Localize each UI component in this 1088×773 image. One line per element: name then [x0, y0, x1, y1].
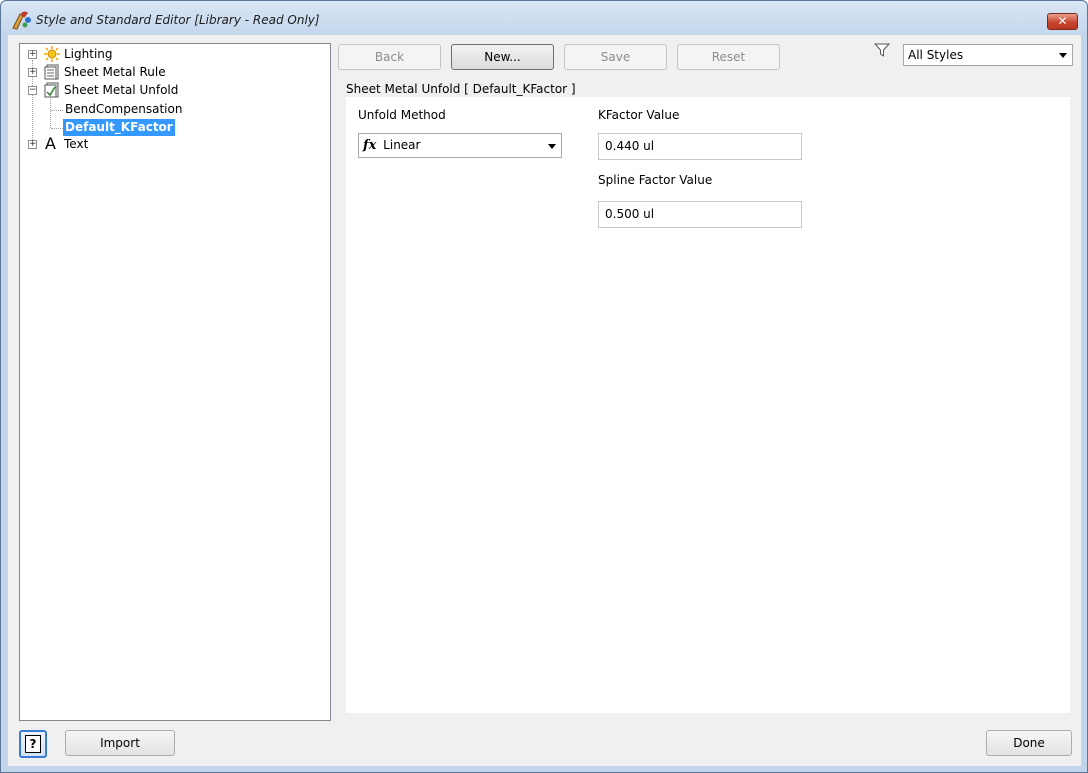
sheet-metal-rule-icon — [44, 64, 59, 80]
tree-item-lighting[interactable]: + Lighting — [20, 46, 320, 63]
import-button[interactable]: Import — [65, 730, 175, 756]
chevron-down-icon — [1059, 53, 1067, 58]
tree-item-sheet-metal-rule[interactable]: + Sheet Metal Rule — [20, 64, 320, 81]
tree-item-label: Sheet Metal Rule — [64, 65, 166, 79]
style-tree[interactable]: + Lighting + Sheet Metal Rule − Sheet Me… — [19, 43, 331, 721]
expand-text-toggle[interactable]: + — [28, 140, 37, 149]
back-button[interactable]: Back — [338, 44, 441, 70]
help-button[interactable]: ? — [19, 730, 47, 758]
style-filter-value: All Styles — [908, 48, 964, 62]
close-button[interactable]: ✕ — [1047, 13, 1078, 30]
spline-factor-input[interactable]: 0.500 ul — [598, 201, 802, 228]
tree-item-bend-compensation[interactable]: BendCompensation — [20, 101, 320, 118]
save-button[interactable]: Save — [564, 44, 667, 70]
kfactor-input[interactable]: 0.440 ul — [598, 133, 802, 160]
new-button[interactable]: New... — [451, 44, 554, 70]
function-icon: fx — [363, 138, 377, 153]
tree-item-sheet-metal-unfold[interactable]: − Sheet Metal Unfold — [20, 82, 320, 99]
tree-item-label-selected: Default_KFactor — [63, 119, 175, 136]
sheet-metal-unfold-icon — [44, 82, 59, 98]
lighting-icon — [44, 46, 60, 62]
editor-panel: Unfold Method fx Linear KFactor Value 0.… — [346, 97, 1070, 713]
expand-sheet-metal-rule-toggle[interactable]: + — [28, 68, 37, 77]
window-title: Style and Standard Editor [Library - Rea… — [36, 13, 320, 27]
expand-lighting-toggle[interactable]: + — [28, 50, 37, 59]
chevron-down-icon — [548, 144, 556, 149]
tree-item-label: Sheet Metal Unfold — [64, 83, 179, 97]
tree-item-label: Text — [64, 137, 89, 151]
tree-item-text[interactable]: + A Text — [20, 134, 320, 153]
spline-factor-label: Spline Factor Value — [598, 173, 713, 187]
tree-item-label: BendCompensation — [65, 102, 183, 116]
done-button[interactable]: Done — [986, 730, 1072, 756]
unfold-method-value: Linear — [383, 138, 421, 152]
unfold-method-label: Unfold Method — [358, 108, 446, 122]
text-style-icon: A — [45, 134, 56, 153]
kfactor-label: KFactor Value — [598, 108, 680, 122]
dialog-client-area: + Lighting + Sheet Metal Rule − Sheet Me… — [8, 35, 1081, 766]
style-editor-window: Style and Standard Editor [Library - Rea… — [0, 0, 1088, 773]
collapse-sheet-metal-unfold-toggle[interactable]: − — [28, 86, 37, 95]
tree-item-label: Lighting — [64, 47, 113, 61]
style-filter-dropdown[interactable]: All Styles — [903, 44, 1073, 66]
style-editor-icon — [12, 11, 31, 30]
reset-button[interactable]: Reset — [677, 44, 780, 70]
title-bar[interactable]: Style and Standard Editor [Library - Rea… — [1, 1, 1087, 35]
unfold-method-dropdown[interactable]: fx Linear — [358, 133, 562, 158]
filter-icon — [874, 43, 890, 57]
help-icon: ? — [25, 735, 41, 753]
group-title: Sheet Metal Unfold [ Default_KFactor ] — [346, 82, 576, 96]
tree-item-default-kfactor[interactable]: Default_KFactor — [20, 119, 320, 136]
